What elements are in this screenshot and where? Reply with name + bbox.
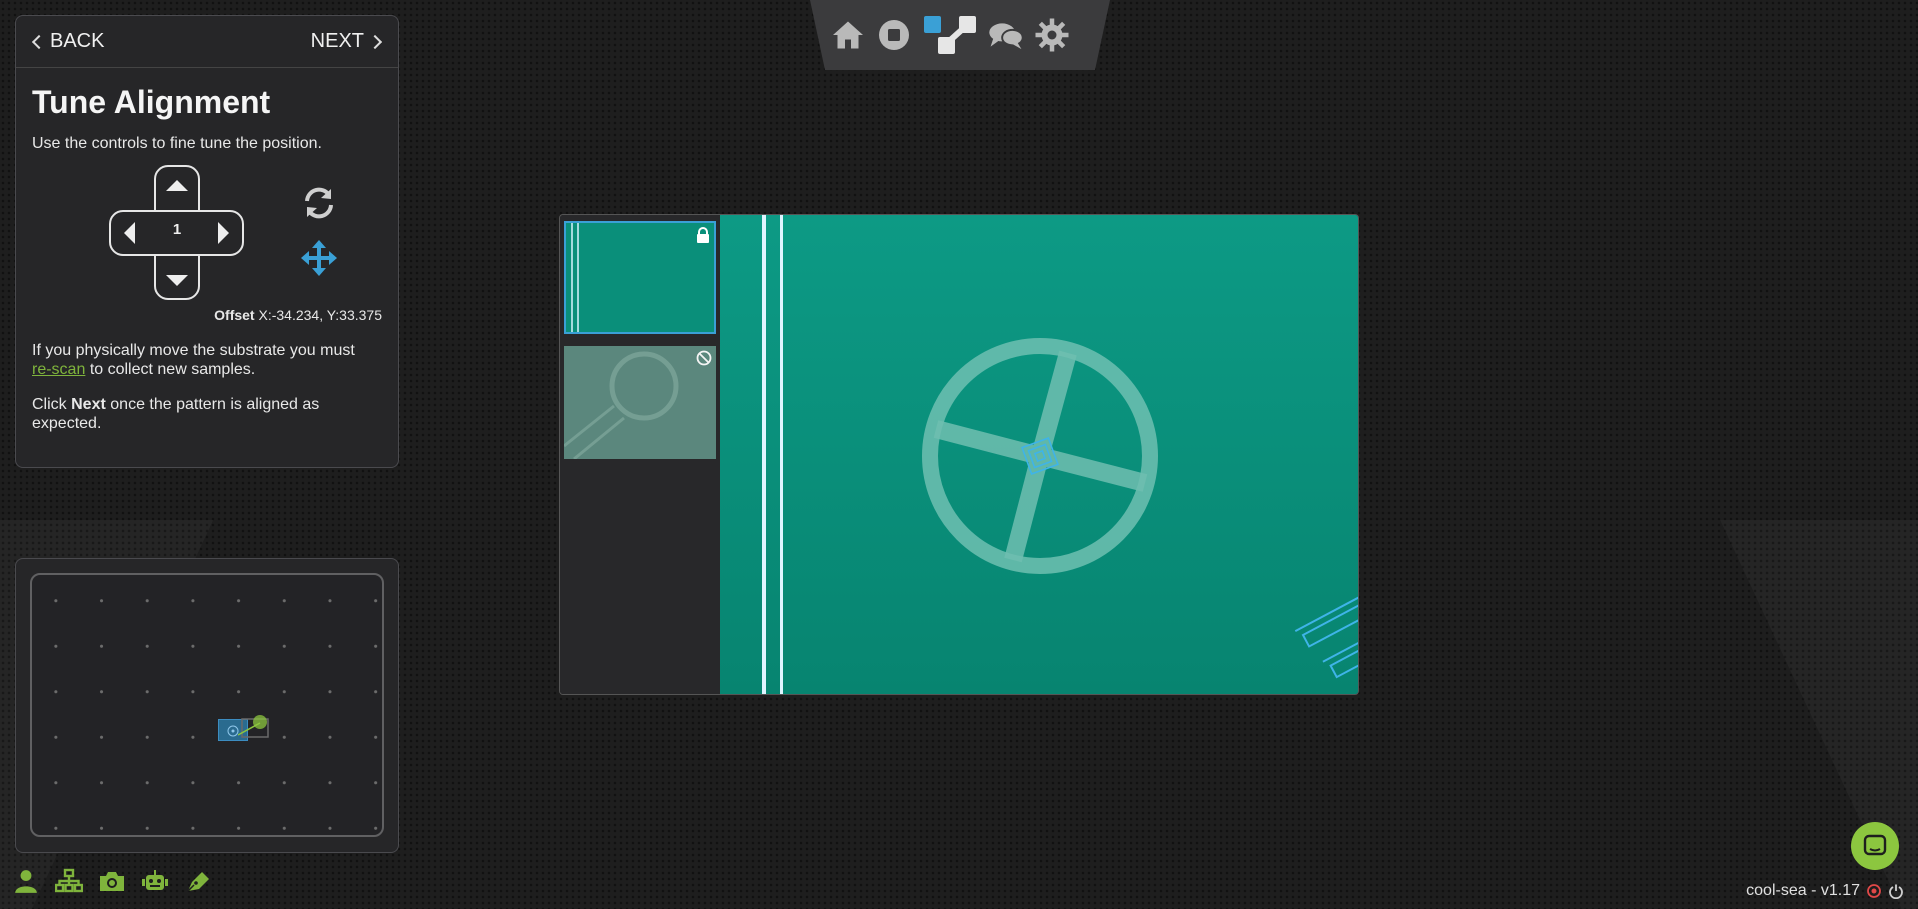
workflow-icon[interactable] [922,14,978,56]
chevron-left-icon [31,34,47,49]
support-chat-button[interactable] [1851,822,1899,870]
move-right-button[interactable] [218,222,229,244]
version-footer: cool-sea - v1.17 [1746,882,1904,900]
chat-icon[interactable] [988,17,1024,53]
stop-icon[interactable] [876,17,912,53]
chevron-right-icon [367,34,383,49]
back-button[interactable]: BACK [30,30,104,53]
minimap-panel [15,558,399,853]
user-icon[interactable] [12,868,40,894]
rescan-note-after: to collect new samples. [89,361,256,378]
home-icon[interactable] [830,17,866,53]
record-icon[interactable] [1866,883,1882,899]
minimap[interactable] [30,573,384,837]
move-up-button[interactable] [166,180,188,191]
sample-thumbnail-image [566,223,714,332]
sample-thumbnail-list [560,215,720,694]
disabled-icon [696,350,712,366]
camera-icon[interactable] [98,868,126,894]
version-label: cool-sea - v1.17 [1746,882,1860,899]
next-instruction-before: Click [32,396,67,413]
sample-viewer [559,214,1359,695]
tune-alignment-panel: BACK NEXT Tune Alignment Use the control… [15,15,399,468]
next-button[interactable]: NEXT [311,30,384,53]
gear-icon[interactable] [1034,17,1070,53]
sample-thumbnail-image [564,346,716,459]
rescan-link[interactable]: re-scan [32,361,85,378]
direction-pad: 1 [109,165,244,300]
lock-icon [697,227,709,243]
next-instruction: Click Next once the pattern is aligned a… [32,395,382,433]
move-down-button[interactable] [166,275,188,286]
refresh-icon[interactable] [301,185,337,221]
step-size-value[interactable]: 1 [156,221,198,238]
minimap-head-marker [238,715,269,738]
rescan-note: If you physically move the substrate you… [32,341,382,379]
bottom-toolbar [12,868,212,894]
panel-title: Tune Alignment [32,84,271,120]
robot-icon[interactable] [141,868,169,894]
rescan-note-text: If you physically move the substrate you… [32,342,355,359]
pen-icon[interactable] [184,868,212,894]
sample-thumbnail[interactable] [564,221,716,334]
top-nav-icons [830,14,1070,56]
panel-subtitle: Use the controls to fine tune the positi… [32,135,322,152]
live-camera-view[interactable] [720,215,1358,694]
chat-bubble-icon [1863,834,1887,856]
network-icon[interactable] [55,868,83,894]
next-instruction-bold: Next [71,396,106,413]
next-label: NEXT [310,30,364,52]
substrate-image [720,215,1358,694]
move-left-button[interactable] [124,222,135,244]
step-nav: BACK NEXT [16,16,398,68]
back-label: BACK [50,30,105,52]
power-icon[interactable] [1888,883,1904,899]
sample-thumbnail[interactable] [564,346,716,459]
move-icon[interactable] [301,240,337,276]
position-controls: 1 [32,165,382,315]
